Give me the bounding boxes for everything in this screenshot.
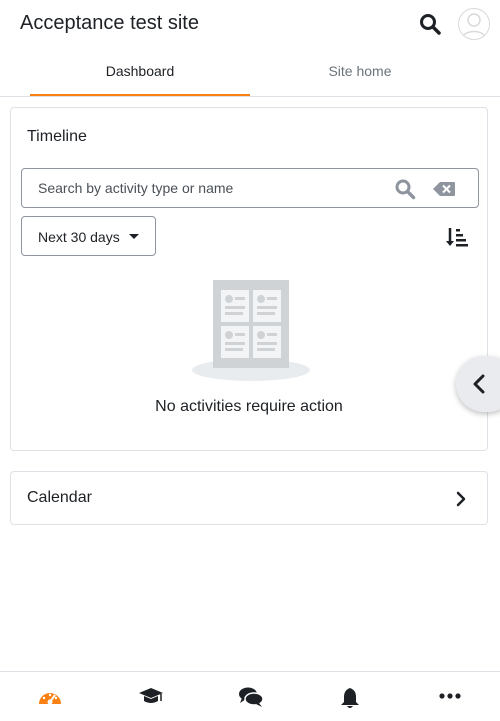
main-tabs: Dashboard Site home (0, 48, 500, 97)
timeline-title: Timeline (27, 128, 87, 145)
empty-state-message: No activities require action (155, 398, 343, 415)
bottom-nav (0, 671, 500, 721)
messages-icon[interactable] (200, 672, 300, 721)
timeline-day-filter[interactable]: Next 30 days (21, 216, 156, 256)
timeline-search-box (21, 168, 479, 208)
filter-selected-value: Next 30 days (38, 229, 120, 245)
search-icon[interactable] (418, 12, 442, 36)
timeline-block: Timeline Next 30 days (10, 107, 488, 451)
timeline-search-input[interactable] (22, 169, 372, 207)
more-icon[interactable] (400, 672, 500, 721)
chevron-left-icon (473, 374, 485, 394)
calendar-block[interactable]: Calendar (10, 471, 488, 525)
tab-dashboard[interactable]: Dashboard (30, 48, 250, 96)
sort-amount-down-icon[interactable] (445, 226, 469, 248)
clear-search-icon[interactable] (432, 180, 456, 198)
caret-down-icon (129, 234, 139, 239)
bell-icon[interactable] (300, 672, 400, 721)
search-icon[interactable] (394, 178, 416, 200)
site-title: Acceptance test site (20, 12, 199, 34)
no-activities-illustration-icon (191, 280, 311, 382)
calendar-title: Calendar (27, 489, 92, 506)
user-avatar-icon[interactable] (458, 8, 490, 40)
app-header: Acceptance test site (0, 0, 500, 48)
tab-site-home[interactable]: Site home (250, 48, 470, 95)
chevron-right-icon (455, 490, 467, 508)
dashboard-icon[interactable] (0, 672, 100, 721)
graduation-cap-icon[interactable] (100, 672, 200, 721)
